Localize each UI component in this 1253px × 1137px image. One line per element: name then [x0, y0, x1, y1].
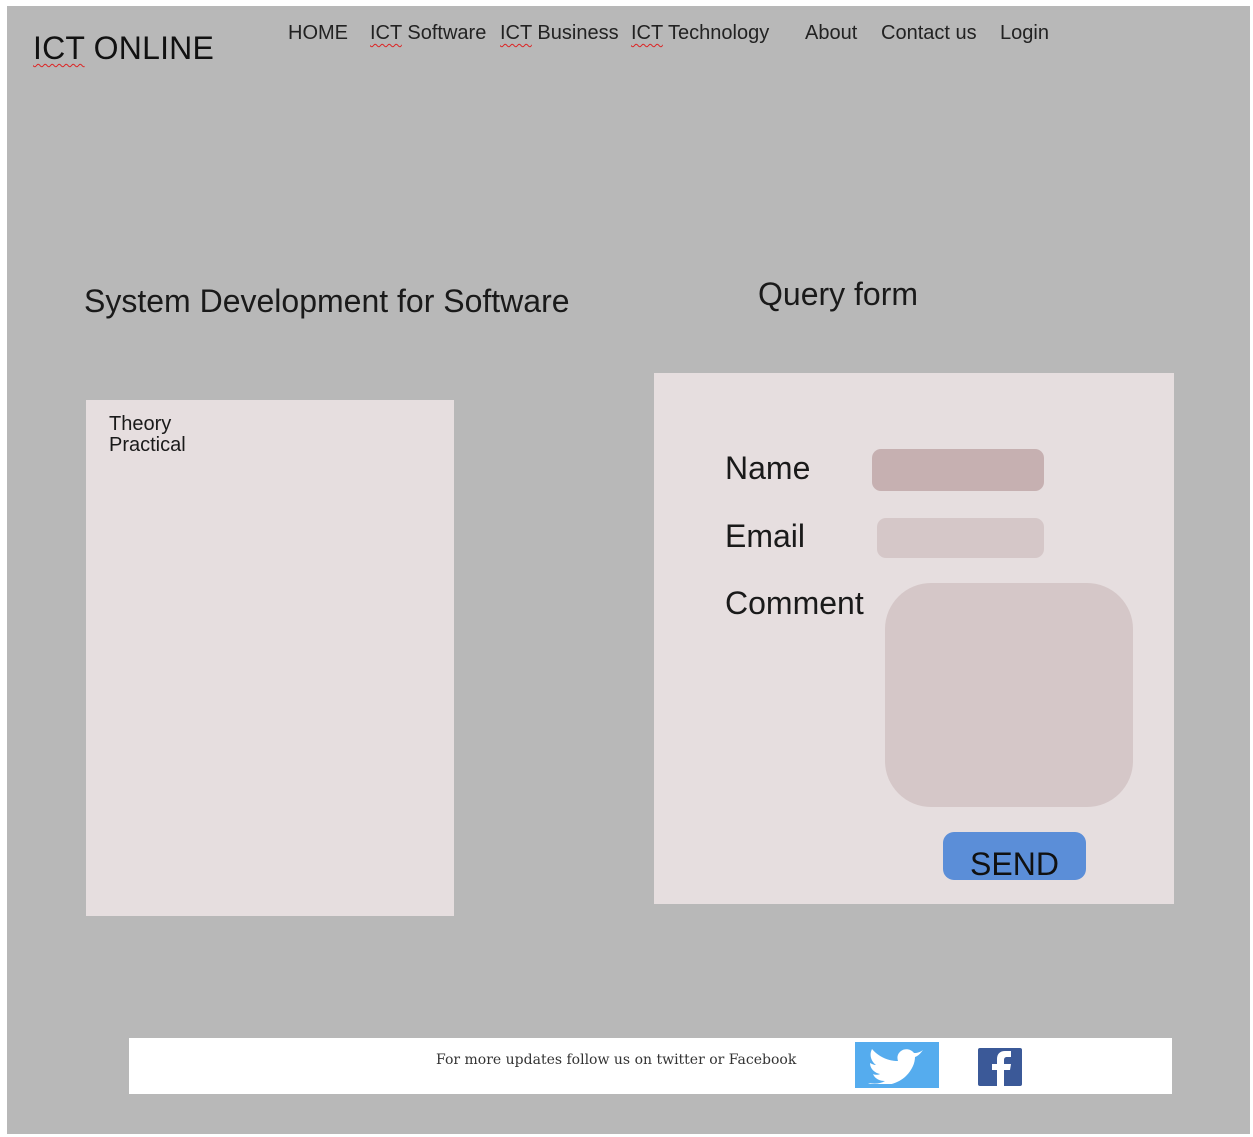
email-input[interactable] — [877, 518, 1044, 558]
nav-login[interactable]: Login — [1000, 22, 1049, 45]
nav-ict-technology[interactable]: ICT Technology — [631, 22, 769, 45]
name-input[interactable] — [872, 449, 1044, 491]
nav-ict-business-prefix: ICT — [500, 22, 532, 44]
page: ICT ONLINE HOME ICT Software ICT Busines… — [7, 6, 1250, 1134]
comment-label: Comment — [725, 585, 864, 621]
nav-ict-software[interactable]: ICT Software — [370, 22, 486, 45]
nav-ict-software-prefix: ICT — [370, 22, 402, 44]
content-panel: Theory Practical — [86, 400, 454, 916]
form-title: Query form — [758, 276, 919, 312]
twitter-bird-icon — [868, 1049, 923, 1084]
name-label: Name — [725, 450, 811, 486]
nav-ict-business[interactable]: ICT Business — [500, 22, 619, 45]
footer: For more updates follow us on twitter or… — [129, 1038, 1172, 1094]
logo-online: ONLINE — [84, 30, 215, 66]
facebook-link[interactable] — [978, 1048, 1024, 1088]
content-item-theory[interactable]: Theory — [109, 414, 186, 435]
content-list: Theory Practical — [109, 414, 186, 456]
comment-textarea[interactable] — [885, 583, 1133, 807]
nav-about[interactable]: About — [805, 22, 857, 45]
nav-ict-technology-prefix: ICT — [631, 22, 663, 44]
send-button[interactable]: SEND — [943, 832, 1086, 882]
facebook-f-icon — [978, 1048, 1022, 1086]
nav-home[interactable]: HOME — [288, 22, 348, 45]
footer-text: For more updates follow us on twitter or… — [436, 1052, 797, 1068]
twitter-link[interactable] — [855, 1042, 939, 1088]
nav-ict-technology-label: Technology — [662, 22, 770, 44]
nav-ict-software-label: Software — [401, 22, 487, 44]
logo-ict: ICT — [33, 30, 85, 66]
email-label: Email — [725, 518, 806, 554]
query-form: Name Email Comment SEND — [654, 373, 1174, 904]
nav-contact-us[interactable]: Contact us — [881, 22, 977, 45]
content-item-practical[interactable]: Practical — [109, 435, 186, 456]
nav-ict-business-label: Business — [531, 22, 619, 44]
site-logo[interactable]: ICT ONLINE — [33, 30, 214, 67]
section-title: System Development for Software — [84, 283, 570, 319]
